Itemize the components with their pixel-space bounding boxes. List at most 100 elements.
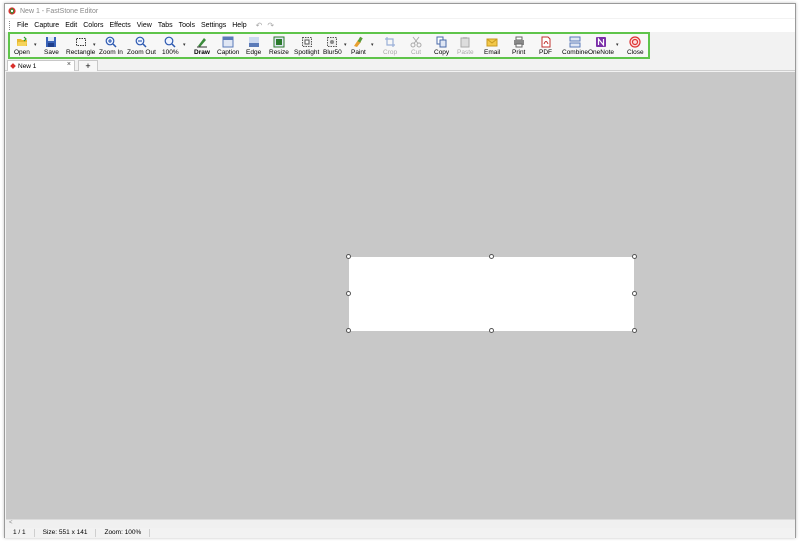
email-button[interactable]: Email — [484, 35, 500, 58]
spotlight-icon — [301, 37, 312, 47]
page-indicator: 1 / 1 — [5, 529, 35, 537]
paint-button[interactable]: Paint — [351, 35, 366, 58]
blur-dropdown-icon[interactable]: ▾ — [344, 42, 347, 48]
zoom-in-icon — [105, 36, 117, 48]
add-tab-button[interactable]: + — [78, 60, 98, 71]
zoom-out-button[interactable]: Zoom Out — [127, 35, 156, 58]
caption-icon — [222, 36, 234, 48]
rectangle-dropdown-icon[interactable]: ▾ — [93, 42, 96, 48]
paste-button[interactable]: Paste — [457, 35, 474, 58]
zoom-dropdown-icon[interactable]: ▾ — [183, 42, 186, 48]
resize-handle-top-left[interactable] — [346, 254, 351, 259]
spotlight-label: Spotlight — [294, 49, 320, 56]
title-bar: New 1 - FastStone Editor — [5, 4, 795, 18]
resize-handle-top[interactable] — [489, 254, 494, 259]
horizontal-scrollbar[interactable]: < — [6, 519, 795, 528]
editor-canvas[interactable] — [6, 72, 795, 519]
open-dropdown-icon[interactable]: ▾ — [34, 42, 37, 48]
clipboard-icon — [460, 37, 470, 48]
unsaved-indicator-icon — [10, 63, 16, 69]
pdf-button[interactable]: PDF — [539, 35, 552, 58]
combine-button[interactable]: Combine — [562, 35, 588, 58]
close-label: Close — [627, 49, 644, 56]
blur-label: Blur50 — [323, 49, 342, 56]
menu-effects[interactable]: Effects — [106, 22, 133, 29]
spotlight-button[interactable]: Spotlight — [294, 35, 319, 58]
crop-icon — [385, 37, 396, 47]
draw-pen-icon — [196, 38, 207, 48]
resize-label: Resize — [269, 49, 289, 56]
menu-tools[interactable]: Tools — [176, 22, 198, 29]
menu-file[interactable]: File — [14, 22, 31, 29]
resize-handle-bottom-right[interactable] — [632, 328, 637, 333]
paint-dropdown-icon[interactable]: ▾ — [371, 42, 374, 48]
onenote-dropdown-icon[interactable]: ▾ — [616, 42, 619, 48]
open-label: Open — [14, 49, 30, 56]
crop-button[interactable]: Crop — [383, 35, 397, 58]
resize-button[interactable]: Resize — [269, 35, 289, 58]
zoom-out-icon — [136, 36, 147, 48]
print-button[interactable]: Print — [512, 35, 525, 58]
redo-icon[interactable]: ↷ — [267, 21, 274, 30]
resize-handle-top-right[interactable] — [632, 254, 637, 259]
main-toolbar: Open ▾ Save Rectangle ▾ Zoom In Zoom Out… — [8, 32, 650, 59]
close-button[interactable]: Close — [627, 35, 644, 58]
menu-view[interactable]: View — [134, 22, 155, 29]
zoom-100-button[interactable]: 100% — [162, 35, 179, 58]
draw-label: Draw — [194, 49, 210, 56]
power-close-icon — [629, 36, 641, 48]
app-logo-icon — [8, 7, 16, 15]
close-tab-icon[interactable]: × — [67, 61, 71, 68]
image-size: Size: 551 x 141 — [35, 529, 97, 537]
resize-handle-left[interactable] — [346, 291, 351, 296]
zoom-in-button[interactable]: Zoom In — [99, 35, 123, 58]
image-content[interactable] — [349, 257, 634, 331]
tab-new-1[interactable]: New 1 × — [7, 60, 75, 71]
resize-handle-bottom[interactable] — [489, 328, 494, 333]
draw-button[interactable]: Draw — [194, 35, 210, 58]
blur-icon — [327, 37, 338, 47]
pdf-icon — [541, 36, 550, 48]
zoom-in-label: Zoom In — [99, 49, 123, 56]
undo-icon[interactable]: ↶ — [256, 21, 263, 30]
onenote-label: OneNote — [588, 49, 615, 56]
menu-settings[interactable]: Settings — [198, 22, 229, 29]
edge-button[interactable]: Edge — [246, 35, 261, 58]
zoom-100-label: 100% — [162, 49, 179, 56]
menu-capture[interactable]: Capture — [31, 22, 62, 29]
window-title: New 1 - FastStone Editor — [20, 7, 99, 15]
email-label: Email — [484, 49, 501, 56]
blur-button[interactable]: Blur50 — [323, 35, 342, 58]
resize-handle-right[interactable] — [632, 291, 637, 296]
rectangle-label: Rectangle — [66, 49, 96, 56]
save-label: Save — [44, 49, 59, 56]
tab-bar: New 1 × + — [5, 59, 795, 71]
menu-bar: File Capture Edit Colors Effects View Ta… — [5, 19, 795, 32]
edge-icon — [248, 37, 259, 47]
open-button[interactable]: Open — [14, 35, 30, 58]
pdf-label: PDF — [539, 49, 552, 56]
onenote-icon — [596, 37, 607, 47]
save-button[interactable]: Save — [44, 35, 59, 58]
rectangle-select-icon — [75, 38, 86, 46]
menu-edit[interactable]: Edit — [62, 22, 80, 29]
copy-button[interactable]: Copy — [434, 35, 449, 58]
rectangle-button[interactable]: Rectangle — [66, 35, 95, 58]
resize-handle-bottom-left[interactable] — [346, 328, 351, 333]
menu-help[interactable]: Help — [229, 22, 249, 29]
cut-button[interactable]: Cut — [410, 35, 422, 58]
combine-icon — [569, 36, 581, 48]
menu-tabs[interactable]: Tabs — [155, 22, 176, 29]
folder-open-icon — [16, 36, 27, 46]
status-bar: 1 / 1 Size: 551 x 141 Zoom: 100% — [5, 528, 795, 538]
magnifier-icon — [164, 36, 176, 48]
onenote-button[interactable]: OneNote — [588, 35, 614, 58]
copy-label: Copy — [434, 49, 450, 56]
zoom-out-label: Zoom Out — [127, 49, 156, 56]
paint-brush-icon — [354, 36, 364, 47]
crop-label: Crop — [383, 49, 398, 56]
caption-button[interactable]: Caption — [217, 35, 239, 58]
paint-label: Paint — [351, 49, 366, 56]
scroll-left-icon[interactable]: < — [9, 520, 13, 526]
menu-colors[interactable]: Colors — [80, 22, 106, 29]
